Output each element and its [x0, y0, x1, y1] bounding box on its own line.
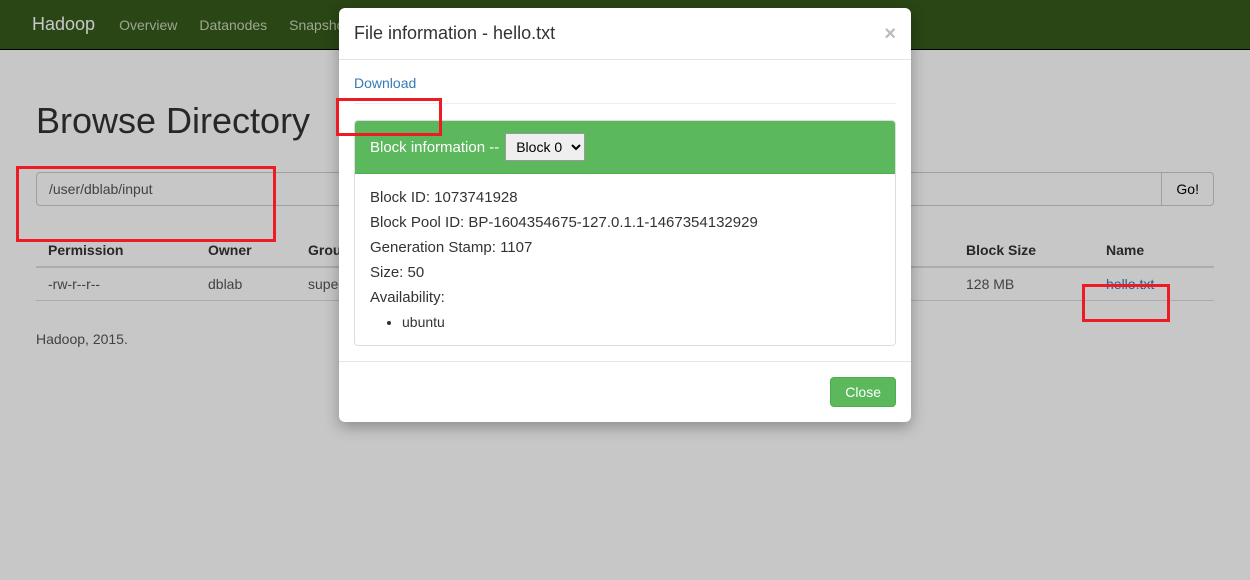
modal-body: Download Block information -- Block 0 Bl…: [339, 60, 911, 361]
modal-header: File information - hello.txt ×: [339, 8, 911, 60]
block-panel-heading: Block information -- Block 0: [355, 121, 895, 174]
size-line: Size: 50: [370, 264, 880, 281]
gen-stamp-line: Generation Stamp: 1107: [370, 239, 880, 256]
divider: [354, 103, 896, 104]
block-panel: Block information -- Block 0 Block ID: 1…: [354, 120, 896, 346]
block-info-label: Block information --: [370, 139, 499, 156]
block-pool-id-line: Block Pool ID: BP-1604354675-127.0.1.1-1…: [370, 214, 880, 231]
close-button[interactable]: Close: [830, 377, 896, 407]
modal-footer: Close: [339, 361, 911, 422]
availability-item: ubuntu: [402, 314, 880, 330]
block-id-line: Block ID: 1073741928: [370, 189, 880, 206]
block-select[interactable]: Block 0: [505, 133, 585, 161]
availability-list: ubuntu: [370, 314, 880, 330]
block-panel-body: Block ID: 1073741928 Block Pool ID: BP-1…: [355, 174, 895, 345]
modal-title: File information - hello.txt: [354, 23, 555, 44]
download-link[interactable]: Download: [354, 75, 416, 91]
close-icon[interactable]: ×: [884, 24, 896, 44]
availability-label: Availability:: [370, 289, 880, 306]
file-info-modal: File information - hello.txt × Download …: [339, 8, 911, 422]
